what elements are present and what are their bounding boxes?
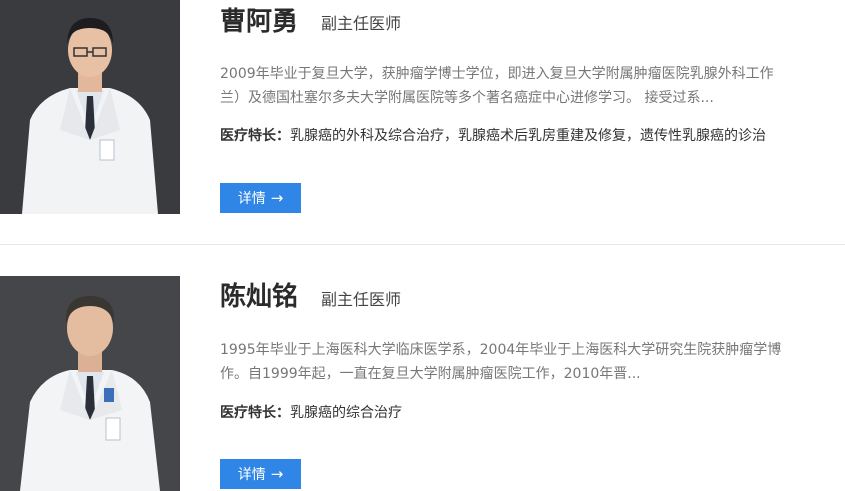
doctor-portrait-image [0, 0, 180, 214]
arrow-right-icon: → [270, 189, 284, 207]
detail-button-label: 详情 [237, 467, 266, 483]
divider [0, 244, 845, 245]
doctor-bio-line: 作。自1999年起，一直在复旦大学附属肿瘤医院工作，2010年晋... [220, 366, 641, 382]
arrow-right-icon: → [270, 465, 284, 483]
doctor-bio-line: 兰）及德国杜塞尔多夫大学附属医院等多个著名癌症中心进修学习。 接受过系... [220, 90, 714, 106]
doctor-info: 陈灿铭 副主任医师 1995年毕业于上海医科大学临床医学系，2004年毕业于上海… [220, 276, 845, 491]
doctor-specialty: 医疗特长：乳腺癌的综合治疗 [220, 402, 402, 424]
doctor-bio-line: 2009年毕业于复旦大学，获肿瘤学博士学位，即进入复旦大学附属肿瘤医院乳腺外科工… [220, 66, 774, 82]
detail-button[interactable]: 详情 → [220, 183, 301, 213]
doctor-bio-line: 1995年毕业于上海医科大学临床医学系，2004年毕业于上海医科大学研究生院获肿… [220, 342, 782, 358]
doctor-photo[interactable] [0, 276, 180, 491]
detail-button[interactable]: 详情 → [220, 459, 301, 489]
doctor-info: 曹阿勇 副主任医师 2009年毕业于复旦大学，获肿瘤学博士学位，即进入复旦大学附… [220, 0, 845, 214]
doctor-photo[interactable] [0, 0, 180, 214]
doctor-title: 副主任医师 [321, 290, 402, 309]
doctor-name[interactable]: 陈灿铭 [220, 279, 298, 315]
detail-button-label: 详情 [237, 191, 266, 207]
doctor-card: 陈灿铭 副主任医师 1995年毕业于上海医科大学临床医学系，2004年毕业于上海… [0, 276, 845, 491]
doctor-bio: 2009年毕业于复旦大学，获肿瘤学博士学位，即进入复旦大学附属肿瘤医院乳腺外科工… [220, 62, 845, 110]
specialty-text: 乳腺癌的外科及综合治疗，乳腺癌术后乳房重建及修复，遗传性乳腺癌的诊治 [290, 128, 766, 144]
doctor-bio: 1995年毕业于上海医科大学临床医学系，2004年毕业于上海医科大学研究生院获肿… [220, 338, 845, 386]
doctor-specialty: 医疗特长：乳腺癌的外科及综合治疗，乳腺癌术后乳房重建及修复，遗传性乳腺癌的诊治 [220, 125, 766, 147]
doctor-portrait-image [0, 276, 180, 491]
specialty-label: 医疗特长： [220, 128, 290, 144]
doctor-title: 副主任医师 [321, 14, 402, 33]
doctor-card: 曹阿勇 副主任医师 2009年毕业于复旦大学，获肿瘤学博士学位，即进入复旦大学附… [0, 0, 845, 214]
doctor-name[interactable]: 曹阿勇 [220, 4, 298, 40]
specialty-label: 医疗特长： [220, 405, 290, 421]
specialty-text: 乳腺癌的综合治疗 [290, 405, 402, 421]
